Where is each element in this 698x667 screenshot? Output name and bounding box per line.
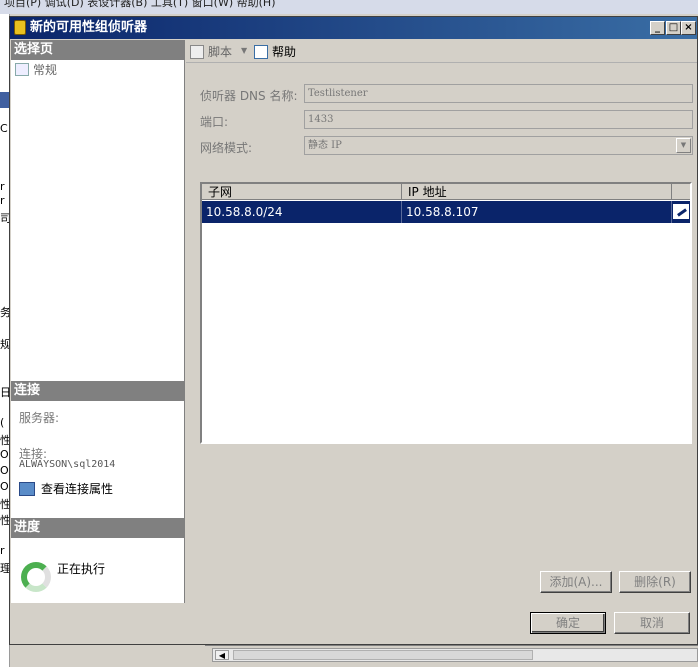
script-dropdown-arrow-icon[interactable]: ▼ <box>241 46 247 55</box>
grid-header: 子网 IP 地址 <box>202 184 690 200</box>
remove-button[interactable]: 删除(R) <box>619 571 691 593</box>
page-item-general[interactable]: 常规 <box>15 62 57 78</box>
background-horizontal-scrollbar[interactable]: ◀ <box>212 648 698 662</box>
background-strip-char: r <box>0 180 5 193</box>
progress-spinner-icon <box>21 562 51 592</box>
background-strip-char: ( <box>0 416 5 429</box>
background-strip-char: O <box>0 448 9 461</box>
background-strip-char: r <box>0 544 5 557</box>
connection-header: 连接 <box>11 381 185 401</box>
network-mode-select[interactable]: 静态 IP ▼ <box>304 136 693 155</box>
left-pane: 选择页 常规 连接 服务器: 连接: ALWAYSON\sql2014 查看连接… <box>11 40 185 603</box>
dns-name-field[interactable]: Testlistener <box>304 84 693 103</box>
background-strip-char: O <box>0 464 9 477</box>
background-strip-char: O <box>0 480 9 493</box>
port-label: 端口: <box>200 115 229 129</box>
view-connection-properties-link[interactable]: 查看连接属性 <box>19 480 113 498</box>
column-header-ip[interactable]: IP 地址 <box>402 184 672 200</box>
cancel-button[interactable]: 取消 <box>614 612 690 634</box>
script-label: 脚本 <box>208 45 233 59</box>
right-pane: 脚本 ▼ 帮助 侦听器 DNS 名称: Testlistener 端口: 143… <box>186 40 697 603</box>
dns-name-label: 侦听器 DNS 名称: <box>200 89 298 103</box>
dialog-titlebar[interactable]: 新的可用性组侦听器 _ □ × <box>10 17 697 39</box>
page-general-icon <box>15 63 29 76</box>
port-field[interactable]: 1433 <box>304 110 693 129</box>
table-row[interactable]: 10.58.8.0/24 10.58.8.107 <box>202 201 690 223</box>
help-icon <box>254 45 268 59</box>
progress-header: 进度 <box>11 518 185 538</box>
background-menubar: 项目(P) 调试(D) 表设计器(B) 工具(T) 窗口(W) 帮助(H) <box>0 0 698 14</box>
subnet-cell[interactable]: 10.58.8.0/24 <box>202 201 402 223</box>
help-label: 帮助 <box>272 45 297 59</box>
network-mode-label: 网络模式: <box>200 141 253 155</box>
ok-button[interactable]: 确定 <box>530 612 606 634</box>
ip-cell[interactable]: 10.58.8.107 <box>402 201 672 223</box>
select-page-header: 选择页 <box>11 40 185 60</box>
page-item-label: 常规 <box>33 63 58 77</box>
dialog-toolbar: 脚本 ▼ 帮助 <box>186 40 697 63</box>
edit-row-icon[interactable] <box>673 204 689 219</box>
script-button[interactable]: 脚本 <box>190 43 232 61</box>
background-strip-char: r <box>0 194 5 207</box>
script-icon <box>190 45 204 59</box>
connection-value: ALWAYSON\sql2014 <box>19 459 116 470</box>
help-button[interactable]: 帮助 <box>254 43 296 61</box>
maximize-button[interactable]: □ <box>666 21 681 35</box>
connection-properties-icon <box>19 482 35 496</box>
scroll-thumb[interactable] <box>233 650 533 660</box>
scroll-left-arrow-icon[interactable]: ◀ <box>215 650 229 660</box>
view-connection-properties-label: 查看连接属性 <box>41 482 114 496</box>
network-mode-value: 静态 IP <box>308 140 342 151</box>
new-listener-dialog: 新的可用性组侦听器 _ □ × 选择页 常规 连接 服务器: 连接: ALWAY… <box>9 16 698 645</box>
dropdown-arrow-icon[interactable]: ▼ <box>676 138 691 153</box>
add-button[interactable]: 添加(A)... <box>540 571 612 593</box>
progress-status: 正在执行 <box>57 562 106 576</box>
minimize-button[interactable]: _ <box>650 21 665 35</box>
server-label: 服务器: <box>19 411 60 425</box>
dialog-app-icon <box>14 20 26 35</box>
subnet-ip-grid: 子网 IP 地址 10.58.8.0/24 10.58.8.107 <box>200 182 692 444</box>
dialog-title: 新的可用性组侦听器 <box>30 20 148 35</box>
background-strip-char: C <box>0 122 8 135</box>
column-header-subnet[interactable]: 子网 <box>202 184 402 200</box>
close-button[interactable]: × <box>681 21 696 35</box>
background-toolbar-icon <box>0 92 9 108</box>
